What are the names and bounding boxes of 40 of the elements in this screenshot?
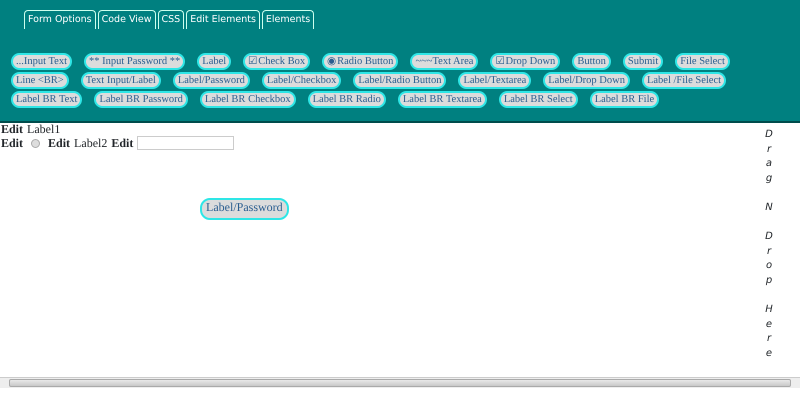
toolbox-button[interactable]: Label BR Checkbox	[200, 91, 296, 108]
tab[interactable]: Form Options	[24, 10, 96, 30]
tab[interactable]: Code View	[98, 10, 156, 30]
label-text: Label1	[27, 123, 60, 136]
edit-link[interactable]: Edit	[48, 136, 70, 150]
toolbox-button[interactable]: Label BR Password	[94, 91, 188, 108]
horizontal-scrollbar[interactable]	[0, 377, 800, 388]
toolbox-button[interactable]: ◉Radio Button	[322, 53, 398, 70]
toolbox-button[interactable]: Line <BR>	[11, 72, 69, 90]
radio-button[interactable]	[31, 138, 40, 148]
toolbox-button[interactable]: Label BR Textarea	[398, 91, 487, 108]
tab[interactable]: Elements	[262, 10, 314, 30]
toolbox-button[interactable]: ☑Drop Down	[490, 53, 560, 70]
toolbox-button[interactable]: Label/Drop Down	[543, 72, 630, 90]
toolbox-button[interactable]: Label BR Select	[498, 91, 578, 108]
toolbox-button[interactable]: ~~~Text Area	[410, 53, 478, 70]
toolbox-button[interactable]: Label/Password	[172, 72, 250, 90]
dropped-element[interactable]: Label/Password	[200, 198, 289, 220]
toolbox-button[interactable]: File Select	[675, 53, 730, 70]
edit-link[interactable]: Edit	[1, 123, 24, 136]
label-text: Label2	[74, 136, 108, 150]
toolbox-button[interactable]: Label/Textarea	[458, 72, 532, 90]
drop-hint: Drag N Drop Here	[764, 128, 774, 361]
toolbox-button[interactable]: Label/Checkbox	[262, 72, 342, 90]
toolbox-button[interactable]: ** Input Password **	[84, 53, 186, 70]
toolbox-button[interactable]: Submit	[622, 53, 664, 70]
toolbox-button[interactable]: Button	[572, 53, 611, 70]
toolbox-button[interactable]: Text Input/Label	[80, 72, 161, 90]
toolbox-button[interactable]: ☑Check Box	[243, 53, 310, 70]
toolbox-button[interactable]: Label BR Radio	[308, 91, 386, 108]
toolbox-button[interactable]: Label /File Select	[642, 72, 726, 90]
input-field[interactable]	[137, 136, 234, 150]
tab[interactable]: Edit Elements	[186, 10, 260, 30]
edit-link[interactable]: Edit	[111, 136, 134, 150]
edit-link[interactable]: Edit	[1, 136, 24, 150]
tab[interactable]: CSS	[158, 10, 184, 30]
toolbox-button[interactable]: Label/Radio Button	[353, 72, 446, 90]
toolbox-button[interactable]: Label	[197, 53, 232, 70]
toolbox-button[interactable]: Label BR Text	[11, 91, 82, 108]
toolbox-button[interactable]: Label BR File	[590, 91, 660, 108]
